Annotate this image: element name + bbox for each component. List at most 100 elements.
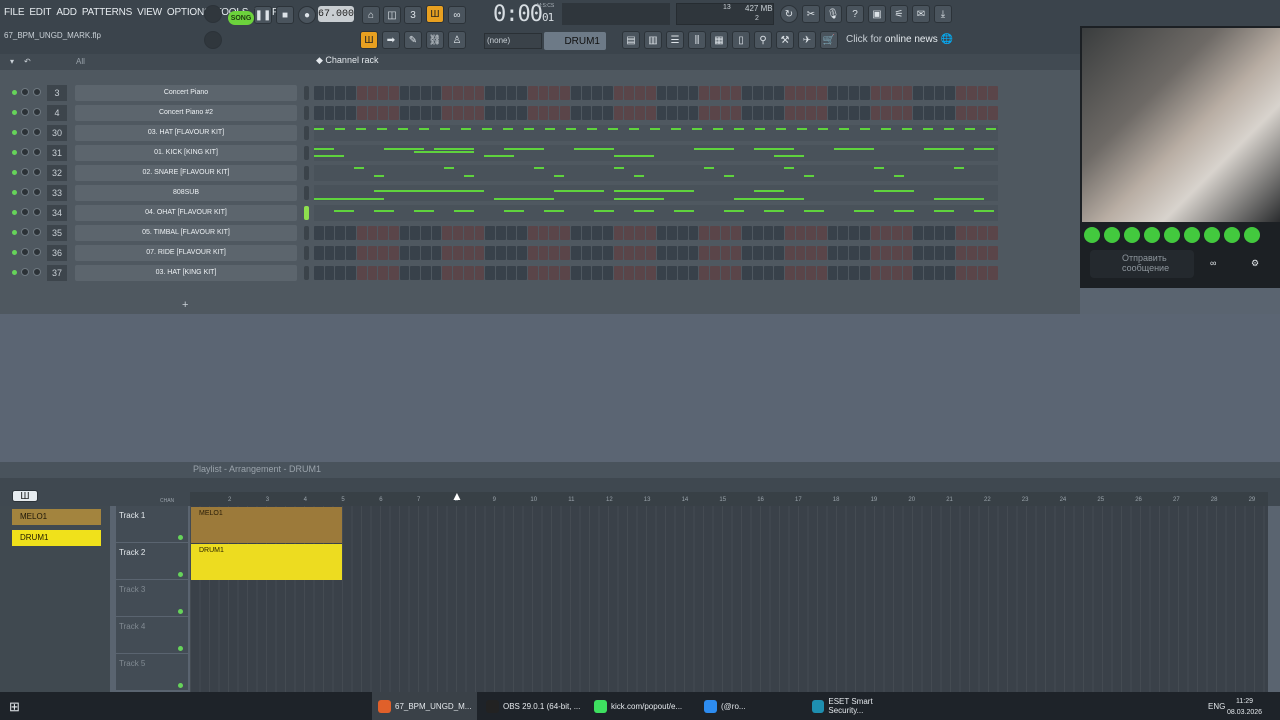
step-button[interactable] xyxy=(699,226,710,240)
step-button[interactable] xyxy=(388,266,399,280)
step-button[interactable] xyxy=(485,106,495,120)
language-indicator[interactable]: ENG xyxy=(1208,702,1225,711)
step-button[interactable] xyxy=(602,86,613,100)
channel-select[interactable] xyxy=(304,206,309,220)
emote-icon[interactable] xyxy=(1184,227,1200,243)
step-button[interactable] xyxy=(314,246,324,260)
step-button[interactable] xyxy=(913,106,924,120)
step-button[interactable] xyxy=(752,226,763,240)
step-button[interactable] xyxy=(613,106,624,120)
download-icon[interactable]: ⤓ xyxy=(934,5,952,23)
step-button[interactable] xyxy=(827,266,838,280)
channel-mute-led[interactable] xyxy=(12,230,17,235)
step-button[interactable] xyxy=(485,246,495,260)
step-button[interactable] xyxy=(570,86,581,100)
step-button[interactable] xyxy=(945,86,956,100)
clip-melo1[interactable]: MELO1 xyxy=(191,507,342,543)
step-button[interactable] xyxy=(913,246,924,260)
step-sequencer[interactable] xyxy=(314,226,998,240)
channel-mixer-track[interactable]: 32 xyxy=(47,165,67,181)
step-button[interactable] xyxy=(431,106,442,120)
step-button[interactable] xyxy=(913,266,924,280)
channel-mixer-track[interactable]: 37 xyxy=(47,265,67,281)
step-button[interactable] xyxy=(581,86,592,100)
step-sequencer[interactable] xyxy=(314,246,998,260)
channel-mute-led[interactable] xyxy=(12,150,17,155)
channel-volume-knob[interactable] xyxy=(33,268,41,276)
step-button[interactable] xyxy=(485,86,495,100)
taskbar-app[interactable]: ESET Smart Security... xyxy=(806,692,906,720)
mini-piano-roll[interactable] xyxy=(314,145,998,161)
step-button[interactable] xyxy=(613,226,624,240)
step-button[interactable] xyxy=(538,106,549,120)
taskbar-app[interactable]: OBS 29.0.1 (64-bit, ... xyxy=(480,692,584,720)
step-button[interactable] xyxy=(656,226,667,240)
step-button[interactable] xyxy=(538,226,549,240)
back-icon[interactable]: ↶ xyxy=(24,57,31,66)
channel-pan-knob[interactable] xyxy=(21,168,29,176)
step-button[interactable] xyxy=(399,226,410,240)
step-button[interactable] xyxy=(474,86,485,100)
step-button[interactable] xyxy=(495,106,506,120)
channel-mute-led[interactable] xyxy=(12,110,17,115)
step-button[interactable] xyxy=(335,266,346,280)
emote-icon[interactable] xyxy=(1084,227,1100,243)
emote-icon[interactable] xyxy=(1244,227,1260,243)
step-button[interactable] xyxy=(817,86,827,100)
step-button[interactable] xyxy=(346,86,356,100)
step-button[interactable] xyxy=(442,246,453,260)
step-button[interactable] xyxy=(881,226,891,240)
step-button[interactable] xyxy=(720,106,731,120)
step-button[interactable] xyxy=(849,266,859,280)
step-button[interactable] xyxy=(966,226,977,240)
step-button[interactable] xyxy=(870,266,881,280)
step-button[interactable] xyxy=(956,86,966,100)
file-icon[interactable]: ▯ xyxy=(732,31,750,49)
step-button[interactable] xyxy=(538,246,549,260)
step-button[interactable] xyxy=(924,106,934,120)
step-button[interactable] xyxy=(442,226,453,240)
channel-mixer-track[interactable]: 31 xyxy=(47,145,67,161)
mini-piano-roll[interactable] xyxy=(314,185,998,201)
undo-history-icon[interactable]: ↻ xyxy=(780,5,798,23)
step-button[interactable] xyxy=(474,226,485,240)
tool-icon[interactable]: ⚒ xyxy=(776,31,794,49)
emote-icon[interactable] xyxy=(1104,227,1120,243)
step-button[interactable] xyxy=(421,266,431,280)
step-button[interactable] xyxy=(335,246,346,260)
channel-pan-knob[interactable] xyxy=(21,88,29,96)
step-button[interactable] xyxy=(410,226,421,240)
channel-row[interactable]: 34 04. OHAT [FLAVOUR KIT] xyxy=(0,204,1000,222)
channel-mute-led[interactable] xyxy=(12,250,17,255)
step-button[interactable] xyxy=(645,246,656,260)
step-button[interactable] xyxy=(549,106,560,120)
step-button[interactable] xyxy=(763,226,774,240)
step-button[interactable] xyxy=(517,246,528,260)
step-button[interactable] xyxy=(367,246,378,260)
step-button[interactable] xyxy=(827,246,838,260)
step-button[interactable] xyxy=(945,106,956,120)
step-button[interactable] xyxy=(388,246,399,260)
step-button[interactable] xyxy=(849,106,859,120)
piano-roll-icon[interactable]: ▥ xyxy=(644,31,662,49)
step-button[interactable] xyxy=(827,226,838,240)
step-button[interactable] xyxy=(560,246,570,260)
step-button[interactable] xyxy=(795,106,806,120)
step-button[interactable] xyxy=(635,106,645,120)
step-button[interactable] xyxy=(592,246,602,260)
step-button[interactable] xyxy=(635,226,645,240)
channel-volume-knob[interactable] xyxy=(33,168,41,176)
step-button[interactable] xyxy=(667,86,677,100)
step-button[interactable] xyxy=(934,86,945,100)
step-button[interactable] xyxy=(977,266,988,280)
channel-pan-knob[interactable] xyxy=(21,148,29,156)
step-button[interactable] xyxy=(742,226,752,240)
step-button[interactable] xyxy=(677,106,688,120)
arrow-right-icon[interactable]: ➡ xyxy=(382,31,400,49)
step-button[interactable] xyxy=(720,86,731,100)
step-button[interactable] xyxy=(528,266,538,280)
step-button[interactable] xyxy=(838,246,849,260)
playlist-icon[interactable]: Ш xyxy=(360,31,378,49)
mini-piano-roll[interactable] xyxy=(314,205,998,221)
channel-mixer-track[interactable]: 35 xyxy=(47,225,67,241)
